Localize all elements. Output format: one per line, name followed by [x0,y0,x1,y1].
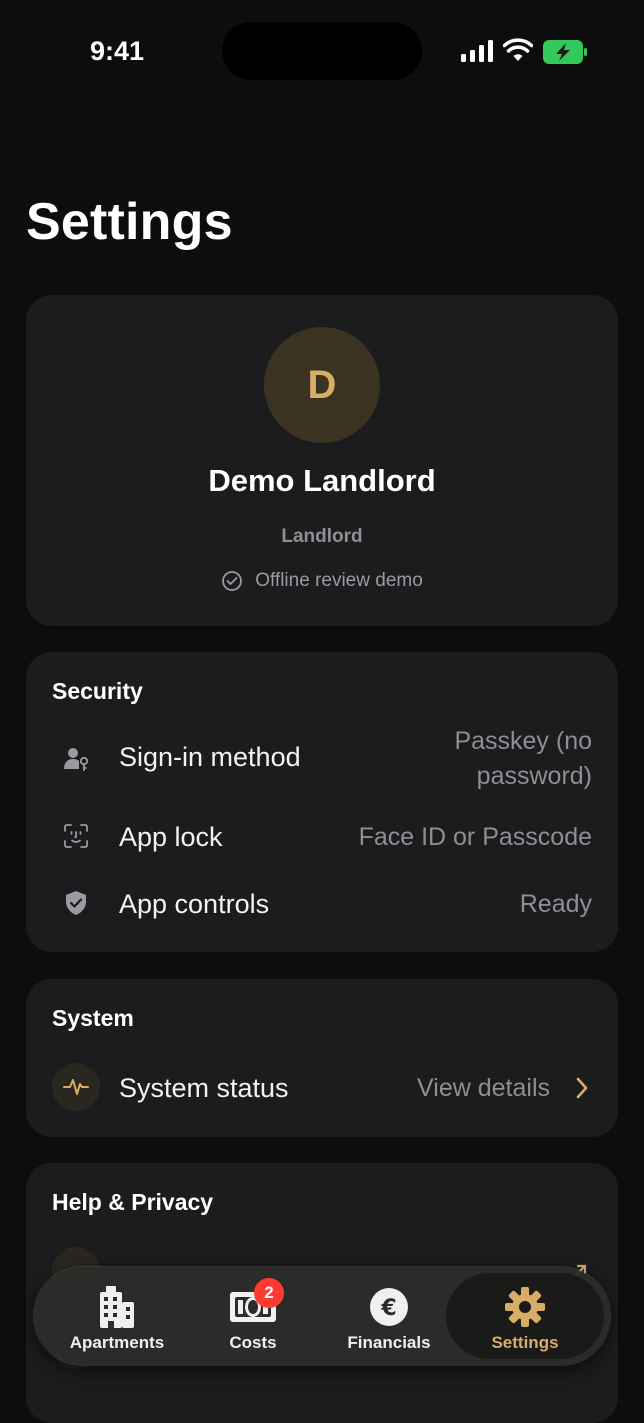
row-value-app-lock: Face ID or Passcode [358,823,592,851]
svg-text:€: € [380,1296,396,1321]
profile-status: Offline review demo [26,570,618,592]
row-value-line2: password) [476,762,592,790]
row-value-app-controls: Ready [519,890,592,918]
row-value-sign-in-method: Passkey (no password) [454,724,592,794]
tab-label-financials: Financials [347,1333,431,1352]
row-sign-in-method[interactable]: Sign-in method Passkey (no password) [26,724,618,794]
profile-role: Landlord [281,526,363,547]
section-title-help-privacy: Help & Privacy [52,1189,214,1215]
cellular-signal-icon [461,40,493,62]
person-key-icon [52,735,100,783]
profile-card[interactable]: D Demo Landlord Landlord Offline review … [26,295,618,626]
row-system-status[interactable]: System status View details [26,1063,618,1113]
shield-check-icon [52,879,100,927]
row-app-controls[interactable]: App controls Ready [26,879,618,929]
euro-icon: € [369,1283,409,1331]
row-label-sign-in-method: Sign-in method [119,742,301,772]
system-card: System System status View details [26,979,618,1137]
status-bar: 9:41 [0,0,644,100]
status-time: 9:41 [90,36,145,66]
row-app-lock[interactable]: App lock Face ID or Passcode [26,812,618,862]
tab-costs[interactable]: 2 Costs [186,1273,320,1359]
tab-bar: Apartments 2 Costs € Financials Settings [34,1267,610,1365]
security-card: Security Sign-in method Passkey (no pass… [26,652,618,952]
row-value-system-status: View details [417,1074,550,1102]
row-value-line1: Passkey (no [454,727,592,755]
avatar-initial: D [307,362,337,407]
tab-label-apartments: Apartments [69,1333,165,1352]
avatar: D [264,327,380,443]
profile-status-text: Offline review demo [255,570,423,591]
building-icon [98,1283,136,1331]
section-title-security: Security [52,678,143,704]
dynamic-island [222,22,422,80]
page-title: Settings [26,193,233,251]
tab-settings[interactable]: Settings [446,1273,604,1359]
row-label-system-status: System status [119,1073,289,1103]
tab-financials[interactable]: € Financials [322,1273,456,1359]
check-circle-icon [222,571,243,591]
tab-label-settings: Settings [491,1333,559,1352]
tab-apartments[interactable]: Apartments [50,1273,184,1359]
section-title-system: System [52,1005,134,1031]
wifi-icon [503,38,533,61]
gear-icon [504,1283,546,1331]
profile-name: Demo Landlord [208,463,436,498]
face-id-icon [52,812,100,860]
battery-charging-icon [543,40,587,64]
chevron-right-icon [576,1077,588,1099]
tab-label-costs: Costs [229,1333,277,1352]
waveform-icon [52,1063,100,1111]
costs-badge: 2 [254,1278,284,1308]
row-label-app-lock: App lock [119,822,223,852]
row-label-app-controls: App controls [119,889,270,919]
